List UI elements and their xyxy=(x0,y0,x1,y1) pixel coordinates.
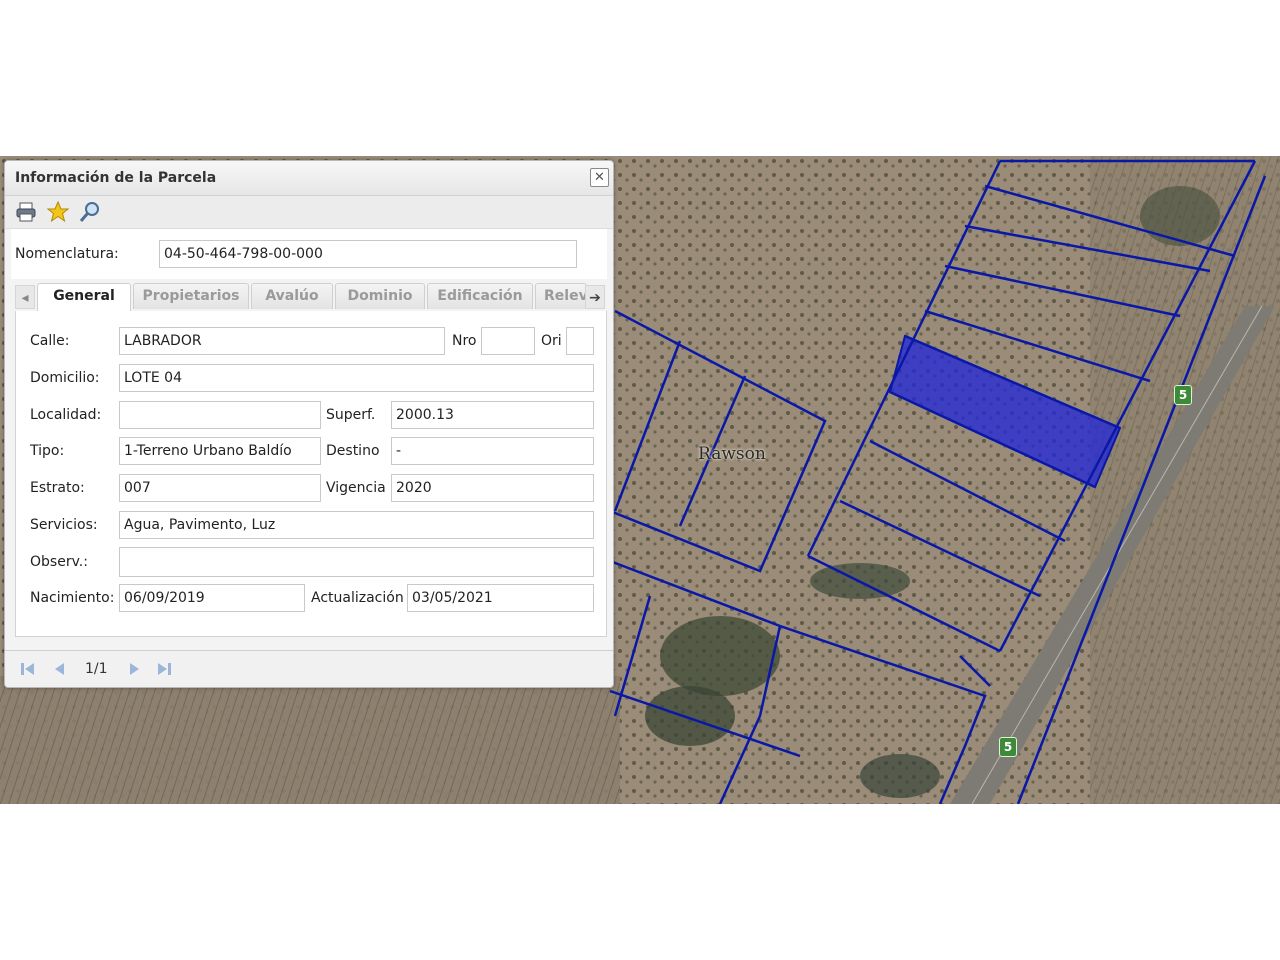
domicilio-label: Domicilio: xyxy=(30,370,100,386)
actualizacion-label: Actualización xyxy=(311,590,404,606)
domicilio-field[interactable]: LOTE 04 xyxy=(119,364,594,392)
close-icon[interactable]: ✕ xyxy=(590,168,609,187)
estrato-field[interactable]: 007 xyxy=(119,474,321,502)
tab-scroll-right-icon[interactable]: ➔ xyxy=(585,285,605,309)
tipo-label: Tipo: xyxy=(30,443,65,459)
vigencia-field[interactable]: 2020 xyxy=(391,474,594,502)
tab-strip: ◂ General Propietarios Avalúo Dominio Ed… xyxy=(15,281,605,312)
servicios-label: Servicios: xyxy=(30,517,98,533)
nro-field[interactable] xyxy=(481,327,535,355)
star-icon[interactable] xyxy=(47,201,69,223)
vigencia-label: Vigencia xyxy=(326,480,386,496)
observ-label: Observ.: xyxy=(30,554,88,570)
general-tab-panel: Calle: LABRADOR Nro Ori Domicilio: LOTE … xyxy=(15,311,607,637)
calle-field[interactable]: LABRADOR xyxy=(119,327,445,355)
zoom-icon[interactable] xyxy=(79,201,101,223)
route-badge: 5 xyxy=(1174,385,1192,405)
nomenclatura-field[interactable]: 04-50-464-798-00-000 xyxy=(159,240,577,268)
first-page-icon[interactable] xyxy=(19,660,37,678)
ori-label: Ori xyxy=(541,333,562,349)
tab-edificacion[interactable]: Edificación xyxy=(427,283,533,309)
nomenclatura-label: Nomenclatura: xyxy=(15,246,119,262)
parcel-info-window[interactable]: Información de la Parcela ✕ Nomenclatura… xyxy=(4,160,614,688)
tab-relevamiento[interactable]: Relev xyxy=(535,283,587,309)
tab-dominio[interactable]: Dominio xyxy=(335,283,425,309)
nomenclatura-row: Nomenclatura: 04-50-464-798-00-000 xyxy=(11,229,607,279)
calle-label: Calle: xyxy=(30,333,70,349)
toolbar xyxy=(5,196,613,229)
ori-field[interactable] xyxy=(566,327,594,355)
page-indicator: 1/1 xyxy=(85,661,108,677)
superf-field[interactable]: 2000.13 xyxy=(391,401,594,429)
nacimiento-field[interactable]: 06/09/2019 xyxy=(119,584,305,612)
last-page-icon[interactable] xyxy=(155,660,173,678)
tab-propietarios[interactable]: Propietarios xyxy=(133,283,249,309)
window-title: Información de la Parcela xyxy=(15,170,217,186)
observ-field[interactable] xyxy=(119,547,594,577)
actualizacion-field[interactable]: 03/05/2021 xyxy=(407,584,594,612)
tab-avaluo[interactable]: Avalúo xyxy=(251,283,333,309)
tab-general[interactable]: General xyxy=(37,283,131,312)
nacimiento-label: Nacimiento: xyxy=(30,590,115,606)
localidad-field[interactable] xyxy=(119,401,321,429)
tab-scroll-left-icon[interactable]: ◂ xyxy=(15,285,35,309)
destino-field[interactable]: - xyxy=(391,437,594,465)
print-icon[interactable] xyxy=(15,201,37,223)
map-place-label: Rawson xyxy=(698,444,766,464)
nro-label: Nro xyxy=(452,333,477,349)
superf-label: Superf. xyxy=(326,407,376,423)
prev-page-icon[interactable] xyxy=(51,660,69,678)
localidad-label: Localidad: xyxy=(30,407,102,423)
estrato-label: Estrato: xyxy=(30,480,85,496)
route-badge: 5 xyxy=(999,737,1017,757)
pager: 1/1 xyxy=(5,650,613,687)
tipo-field[interactable]: 1-Terreno Urbano Baldío xyxy=(119,437,321,465)
destino-label: Destino xyxy=(326,443,380,459)
servicios-field[interactable]: Agua, Pavimento, Luz xyxy=(119,511,594,539)
next-page-icon[interactable] xyxy=(125,660,143,678)
window-titlebar[interactable]: Información de la Parcela ✕ xyxy=(5,161,613,196)
